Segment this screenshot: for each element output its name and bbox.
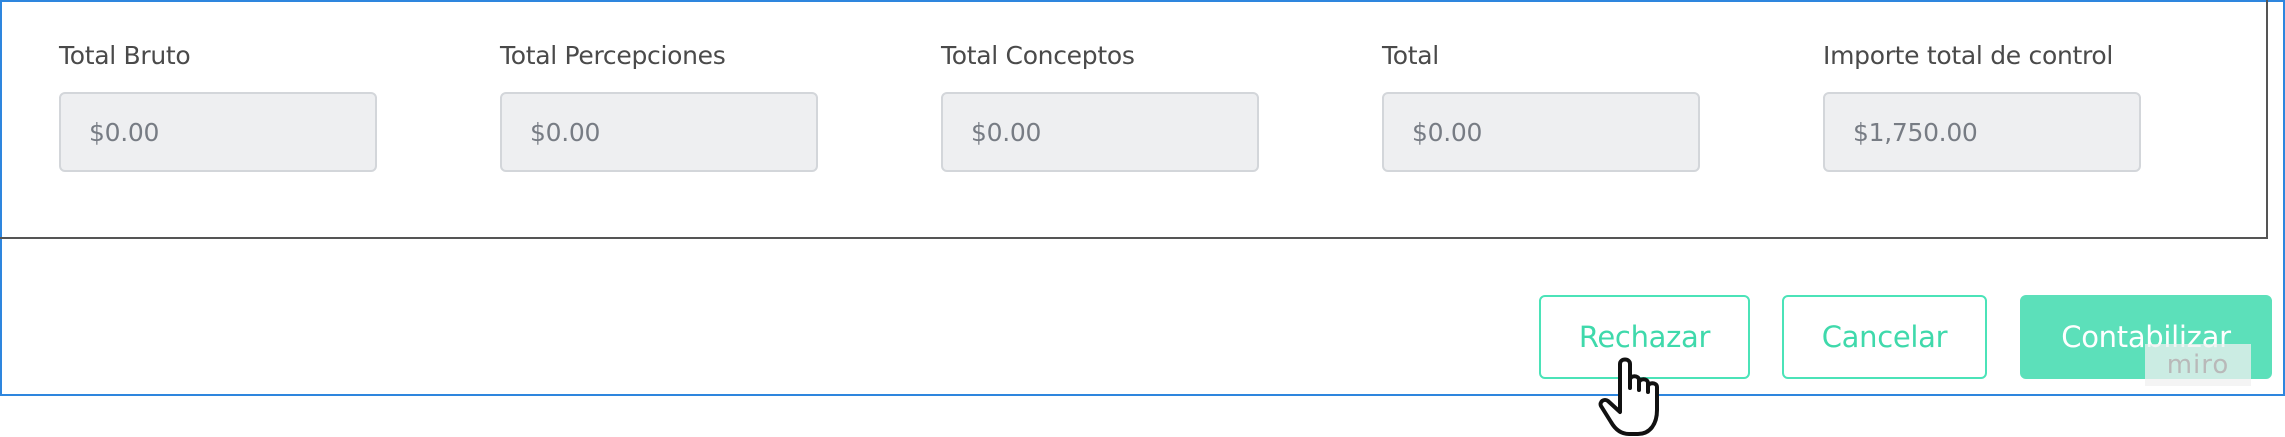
total-bruto-value: $0.00 [89, 117, 160, 147]
importe-control-value: $1,750.00 [1853, 117, 1978, 147]
screen: Total Bruto $0.00 Total Percepciones $0.… [0, 0, 2285, 437]
cancel-button[interactable]: Cancelar [1782, 295, 1987, 379]
hand-pointer-icon [1598, 357, 1659, 436]
total-bruto-label: Total Bruto [59, 41, 191, 70]
cancel-button-label: Cancelar [1821, 320, 1948, 354]
total-percepciones-field: Total Percepciones $0.00 [500, 40, 818, 172]
total-conceptos-field: Total Conceptos $0.00 [941, 40, 1259, 172]
totals-panel: Total Bruto $0.00 Total Percepciones $0.… [0, 0, 2268, 239]
importe-control-label: Importe total de control [1823, 41, 2114, 70]
total-label: Total [1382, 41, 1439, 70]
reject-button-label: Rechazar [1578, 320, 1711, 354]
importe-control-field: Importe total de control $1,750.00 [1823, 40, 2141, 172]
total-field: Total $0.00 [1382, 40, 1700, 172]
total-input[interactable]: $0.00 [1382, 92, 1700, 172]
total-percepciones-label: Total Percepciones [500, 41, 726, 70]
total-conceptos-input[interactable]: $0.00 [941, 92, 1259, 172]
total-bruto-input[interactable]: $0.00 [59, 92, 377, 172]
total-conceptos-value: $0.00 [971, 117, 1042, 147]
total-percepciones-input[interactable]: $0.00 [500, 92, 818, 172]
total-conceptos-label: Total Conceptos [941, 41, 1135, 70]
importe-control-input[interactable]: $1,750.00 [1823, 92, 2141, 172]
total-value: $0.00 [1412, 117, 1483, 147]
total-bruto-field: Total Bruto $0.00 [59, 40, 377, 172]
total-percepciones-value: $0.00 [530, 117, 601, 147]
miro-watermark: miro [2145, 344, 2251, 386]
